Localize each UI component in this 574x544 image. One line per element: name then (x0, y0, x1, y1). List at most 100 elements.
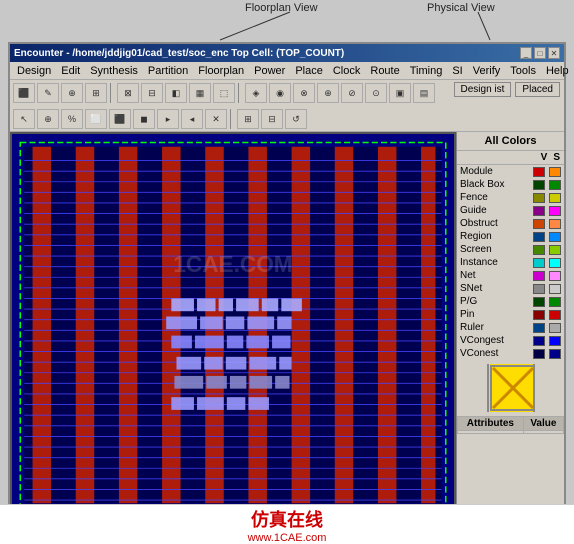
watermark-chinese: 仿真在线 (251, 506, 323, 532)
net-color-s[interactable] (549, 271, 561, 281)
menu-partition[interactable]: Partition (143, 63, 193, 79)
menu-place[interactable]: Place (290, 63, 328, 79)
pin-color-v[interactable] (533, 310, 545, 320)
toolbar-btn-21[interactable]: ⬜ (85, 109, 107, 129)
guide-color-v[interactable] (533, 206, 545, 216)
toolbar-btn-3[interactable]: ⊕ (61, 83, 83, 103)
toolbar-btn-7[interactable]: ◧ (165, 83, 187, 103)
menu-verify[interactable]: Verify (468, 63, 506, 79)
toolbar-btn-23[interactable]: ◼ (133, 109, 155, 129)
main-content: 1CAE.COM All Colors V S Module Black Box (10, 132, 564, 518)
vconest-color-s[interactable] (549, 349, 561, 359)
pin-color-s[interactable] (549, 310, 561, 320)
toolbar-btn-1[interactable]: ⬛ (13, 83, 35, 103)
color-row-guide: Guide (457, 204, 564, 217)
placed-button[interactable]: Placed (515, 82, 560, 97)
toolbar-btn-22[interactable]: ⬛ (109, 109, 131, 129)
toolbar-btn-6[interactable]: ⊟ (141, 83, 163, 103)
toolbar-btn-13[interactable]: ⊕ (317, 83, 339, 103)
snet-color-v[interactable] (533, 284, 545, 294)
toolbar-btn-12[interactable]: ⊗ (293, 83, 315, 103)
close-button[interactable]: ✕ (548, 47, 560, 59)
blackbox-color-s[interactable] (549, 180, 561, 190)
watermark-area: 仿真在线 www.1CAE.com (0, 504, 574, 544)
menu-si[interactable]: SI (447, 63, 467, 79)
toolbar-btn-28[interactable]: ⊟ (261, 109, 283, 129)
menu-synthesis[interactable]: Synthesis (85, 63, 143, 79)
module-color-s[interactable] (549, 167, 561, 177)
instance-color-s[interactable] (549, 258, 561, 268)
color-row-region: Region (457, 230, 564, 243)
physical-view-label: Physical View (427, 2, 495, 14)
toolbar-btn-4[interactable]: ⊞ (85, 83, 107, 103)
toolbar-btn-5[interactable]: ⊠ (117, 83, 139, 103)
toolbar-btn-18[interactable]: ↖ (13, 109, 35, 129)
fence-color-v[interactable] (533, 193, 545, 203)
toolbar-btn-20[interactable]: % (61, 109, 83, 129)
toolbar-btn-14[interactable]: ⊘ (341, 83, 363, 103)
pin-label: Pin (460, 309, 531, 320)
menu-help[interactable]: Help (541, 63, 574, 79)
region-color-s[interactable] (549, 232, 561, 242)
blackbox-color-v[interactable] (533, 180, 545, 190)
toolbar-btn-25[interactable]: ◂ (181, 109, 203, 129)
instance-colors (531, 258, 561, 268)
color-row-pg: P/G (457, 295, 564, 308)
screen-color-v[interactable] (533, 245, 545, 255)
screen-color-s[interactable] (549, 245, 561, 255)
vcongest-colors (531, 336, 561, 346)
toolbar-btn-24[interactable]: ▸ (157, 109, 179, 129)
menu-tools[interactable]: Tools (505, 63, 541, 79)
canvas-area[interactable]: 1CAE.COM (10, 132, 456, 518)
design-ist-button[interactable]: Design ist (454, 82, 512, 97)
vcongest-color-s[interactable] (549, 336, 561, 346)
toolbar-btn-27[interactable]: ⊞ (237, 109, 259, 129)
menu-route[interactable]: Route (365, 63, 404, 79)
obstruct-color-v[interactable] (533, 219, 545, 229)
vcongest-color-v[interactable] (533, 336, 545, 346)
toolbar-btn-11[interactable]: ◉ (269, 83, 291, 103)
ruler-color-s[interactable] (549, 323, 561, 333)
toolbar-btn-29[interactable]: ↺ (285, 109, 307, 129)
pg-color-v[interactable] (533, 297, 545, 307)
toolbar-btn-15[interactable]: ⊙ (365, 83, 387, 103)
menu-floorplan[interactable]: Floorplan (193, 63, 249, 79)
vconest-color-v[interactable] (533, 349, 545, 359)
instance-color-v[interactable] (533, 258, 545, 268)
fence-color-s[interactable] (549, 193, 561, 203)
toolbar-btn-26[interactable]: ✕ (205, 109, 227, 129)
toolbar-btn-19[interactable]: ⊕ (37, 109, 59, 129)
menu-clock[interactable]: Clock (328, 63, 366, 79)
design-placed-area: Design ist Placed (454, 82, 560, 97)
toolbar-btn-16[interactable]: ▣ (389, 83, 411, 103)
toolbar-btn-2[interactable]: ✎ (37, 83, 59, 103)
menu-edit[interactable]: Edit (56, 63, 85, 79)
snet-color-s[interactable] (549, 284, 561, 294)
vcongest-label: VCongest (460, 335, 531, 346)
obstruct-color-s[interactable] (549, 219, 561, 229)
obstruct-label: Obstruct (460, 218, 531, 229)
net-color-v[interactable] (533, 271, 545, 281)
region-color-v[interactable] (533, 232, 545, 242)
guide-color-s[interactable] (549, 206, 561, 216)
annotation-area: Floorplan View Physical View (0, 0, 574, 42)
toolbar-btn-10[interactable]: ◈ (245, 83, 267, 103)
minimize-button[interactable]: _ (520, 47, 532, 59)
floorplan-view-label: Floorplan View (245, 2, 318, 14)
module-label: Module (460, 166, 531, 177)
module-color-v[interactable] (533, 167, 545, 177)
attr-row-1-key (458, 431, 524, 434)
color-row-vcongest: VCongest (457, 334, 564, 347)
menu-timing[interactable]: Timing (405, 63, 448, 79)
maximize-button[interactable]: □ (534, 47, 546, 59)
toolbar-btn-8[interactable]: ▦ (189, 83, 211, 103)
menu-design[interactable]: Design (12, 63, 56, 79)
vconest-label: VConest (460, 348, 531, 359)
toolbar-btn-17[interactable]: ▤ (413, 83, 435, 103)
ruler-color-v[interactable] (533, 323, 545, 333)
menu-power[interactable]: Power (249, 63, 290, 79)
pg-color-s[interactable] (549, 297, 561, 307)
color-row-snet: SNet (457, 282, 564, 295)
toolbar-btn-9[interactable]: ⬚ (213, 83, 235, 103)
vconest-colors (531, 349, 561, 359)
